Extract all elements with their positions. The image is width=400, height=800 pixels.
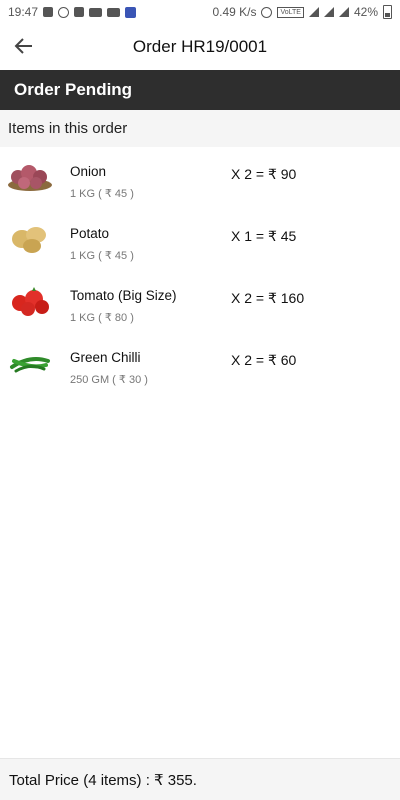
total-price-bar: Total Price (4 items) : ₹ 355. [0,758,400,800]
item-quantity: 250 GM ( ₹ 30 ) [70,374,148,386]
order-status-banner: Order Pending [0,70,400,110]
item-name: Onion [70,164,107,179]
total-price: Total Price (4 items) : ₹ 355. [9,771,197,789]
list-item: Green Chilli 250 GM ( ₹ 30 ) X 2 = ₹ 60 [0,333,400,395]
alarm-icon [261,6,273,18]
item-total: X 2 = ₹ 160 [231,290,305,306]
youtube-icon-2 [107,7,121,17]
app-bar: Order HR19/0001 [0,24,400,70]
signal-icon-2 [338,7,349,17]
item-total: X 1 = ₹ 45 [231,228,297,244]
item-name: Tomato (Big Size) [70,288,177,303]
list-item: Onion 1 KG ( ₹ 45 ) X 2 = ₹ 90 [0,147,400,209]
tomato-image [12,287,49,316]
list-item: Tomato (Big Size) 1 KG ( ₹ 80 ) X 2 = ₹ … [0,271,400,333]
youtube-icon [89,7,103,17]
order-status-text: Order Pending [14,80,133,99]
network-speed: 0.49 K/s [212,5,257,19]
item-total: X 2 = ₹ 90 [231,166,297,182]
wifi-icon [308,7,319,17]
volte-badge: VoLTE [277,6,304,18]
list-item: Potato 1 KG ( ₹ 45 ) X 1 = ₹ 45 [0,209,400,271]
battery-level: 42% [353,5,378,19]
item-quantity: 1 KG ( ₹ 45 ) [70,250,134,262]
page-title: Order HR19/0001 [132,37,268,56]
bluetooth-app-icon [125,6,137,18]
items-header-text: Items in this order [8,120,128,137]
item-total: X 2 = ₹ 60 [231,352,297,368]
notification-icon [43,7,54,17]
status-time: 19:47 [8,5,39,19]
onion-image [8,165,52,191]
notification-b-icon [58,6,70,18]
back-button[interactable] [10,32,38,60]
item-name: Green Chilli [70,350,141,365]
signal-icon [323,7,334,17]
arrow-left-icon [14,38,32,54]
green-chilli-image [10,357,50,373]
item-quantity: 1 KG ( ₹ 80 ) [70,312,134,324]
item-quantity: 1 KG ( ₹ 45 ) [70,188,134,200]
status-bar: 19:47 0.49 K/s VoLTE 42% [0,0,400,24]
item-name: Potato [70,226,110,241]
notification-app-icon [74,7,85,17]
battery-icon [383,5,392,19]
potato-image [12,227,46,253]
items-header: Items in this order [0,110,400,147]
